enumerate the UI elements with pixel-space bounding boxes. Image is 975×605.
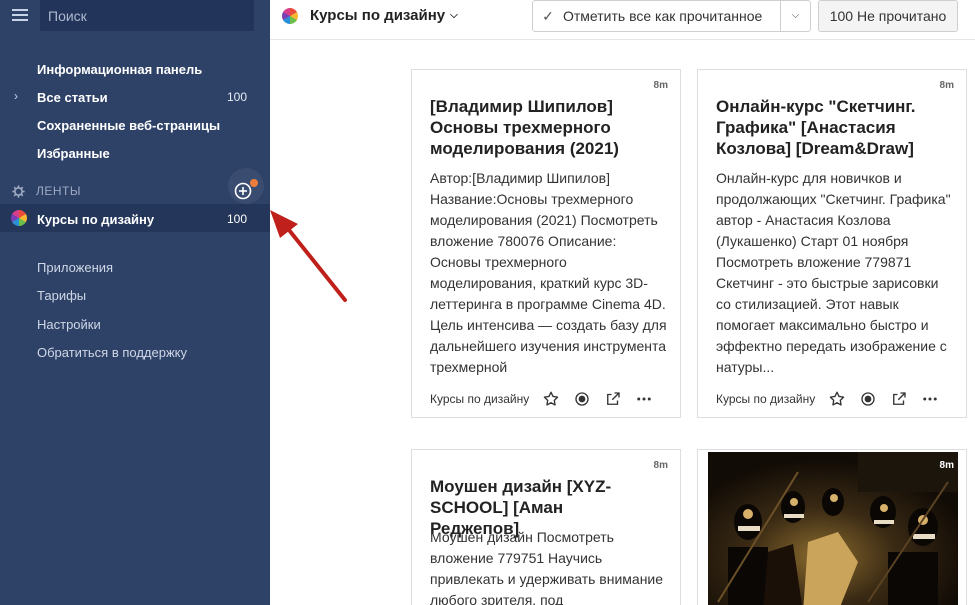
article-excerpt: Онлайн-курс для новичков и продолжающих … — [716, 170, 951, 375]
feed-item-label: Курсы по дизайну — [37, 212, 155, 227]
feeds-header: ЛЕНТЫ — [12, 184, 81, 198]
nav-dashboard[interactable]: Информационная панель — [37, 62, 202, 77]
article-title[interactable]: Онлайн-курс "Скетчинг. Графика" [Анастас… — [716, 96, 941, 159]
more-icon[interactable] — [920, 389, 940, 409]
article-age: 8m — [939, 460, 954, 471]
external-link-icon[interactable] — [603, 389, 623, 409]
article-source[interactable]: Курсы по дизайну — [716, 392, 815, 406]
sidebar: Информационная панель › Все статьи 100 С… — [0, 0, 270, 605]
feeds-header-label: ЛЕНТЫ — [36, 184, 81, 198]
add-feed-button[interactable] — [228, 168, 264, 204]
more-icon[interactable] — [634, 389, 654, 409]
mark-read-circle-icon[interactable] — [572, 389, 592, 409]
article-card[interactable]: 8m [Владимир Шипилов] Основы трехмерного… — [411, 69, 681, 418]
feed-item-design-courses[interactable]: Курсы по дизайну 100 — [0, 204, 270, 232]
article-age: 8m — [653, 460, 668, 471]
star-icon[interactable] — [827, 389, 847, 409]
external-link-icon[interactable] — [889, 389, 909, 409]
article-thumbnail[interactable] — [708, 452, 958, 605]
notification-dot — [250, 179, 258, 187]
checkmark-icon: ✓ — [542, 7, 554, 24]
nav-favorites[interactable]: Избранные — [37, 146, 110, 161]
article-actions: Курсы по дизайну — [716, 389, 951, 409]
feed-title-dropdown[interactable]: Курсы по дизайну ⌵ — [282, 7, 458, 24]
color-wheel-icon — [11, 210, 27, 226]
nav-saved-pages[interactable]: Сохраненные веб-страницы — [37, 118, 220, 133]
article-title[interactable]: [Владимир Шипилов] Основы трехмерного мо… — [430, 96, 655, 159]
feed-title: Курсы по дизайну — [310, 7, 446, 24]
all-articles-count: 100 — [226, 90, 247, 104]
search-input[interactable] — [40, 0, 254, 31]
article-excerpt: Автор:[Владимир Шипилов] Название:Основы… — [430, 170, 667, 375]
mark-read-circle-icon[interactable] — [858, 389, 878, 409]
chevron-down-icon[interactable]: ⌵ — [780, 1, 810, 31]
article-card[interactable]: 8m Моушен дизайн [XYZ-SCHOOL] [Аман Редж… — [411, 449, 681, 605]
star-icon[interactable] — [541, 389, 561, 409]
link-settings[interactable]: Настройки — [37, 317, 101, 332]
chevron-right-icon[interactable]: › — [14, 89, 18, 103]
chevron-down-icon: ⌵ — [450, 10, 458, 21]
article-source[interactable]: Курсы по дизайну — [430, 392, 529, 406]
link-pricing[interactable]: Тарифы — [37, 288, 86, 303]
mark-all-read-button[interactable]: ✓ Отметить все как прочитанное ⌵ — [532, 0, 811, 32]
painting-image — [708, 452, 958, 605]
article-card[interactable]: 8m Онлайн-курс "Скетчинг. Графика" [Анас… — [697, 69, 967, 418]
article-age: 8m — [939, 80, 954, 91]
mark-all-read-label: Отметить все как прочитанное — [563, 8, 763, 24]
color-wheel-icon — [282, 7, 298, 24]
top-bar: Курсы по дизайну ⌵ ✓ Отметить все как пр… — [270, 0, 975, 40]
gear-icon[interactable] — [12, 184, 25, 198]
article-card-image[interactable]: 8m — [697, 449, 967, 605]
article-excerpt: Моушен дизайн Посмотреть вложение 779751… — [430, 529, 664, 605]
article-age: 8m — [653, 80, 668, 91]
hamburger-menu-icon[interactable] — [12, 7, 28, 23]
unread-filter-button[interactable]: 100 Не прочитано — [818, 0, 958, 32]
article-actions: Курсы по дизайну — [430, 389, 665, 409]
link-apps[interactable]: Приложения — [37, 260, 113, 275]
search-box[interactable] — [40, 0, 254, 31]
nav-all-articles[interactable]: Все статьи — [37, 90, 108, 105]
feed-item-count: 100 — [226, 212, 247, 226]
link-support[interactable]: Обратиться в поддержку — [37, 345, 187, 360]
